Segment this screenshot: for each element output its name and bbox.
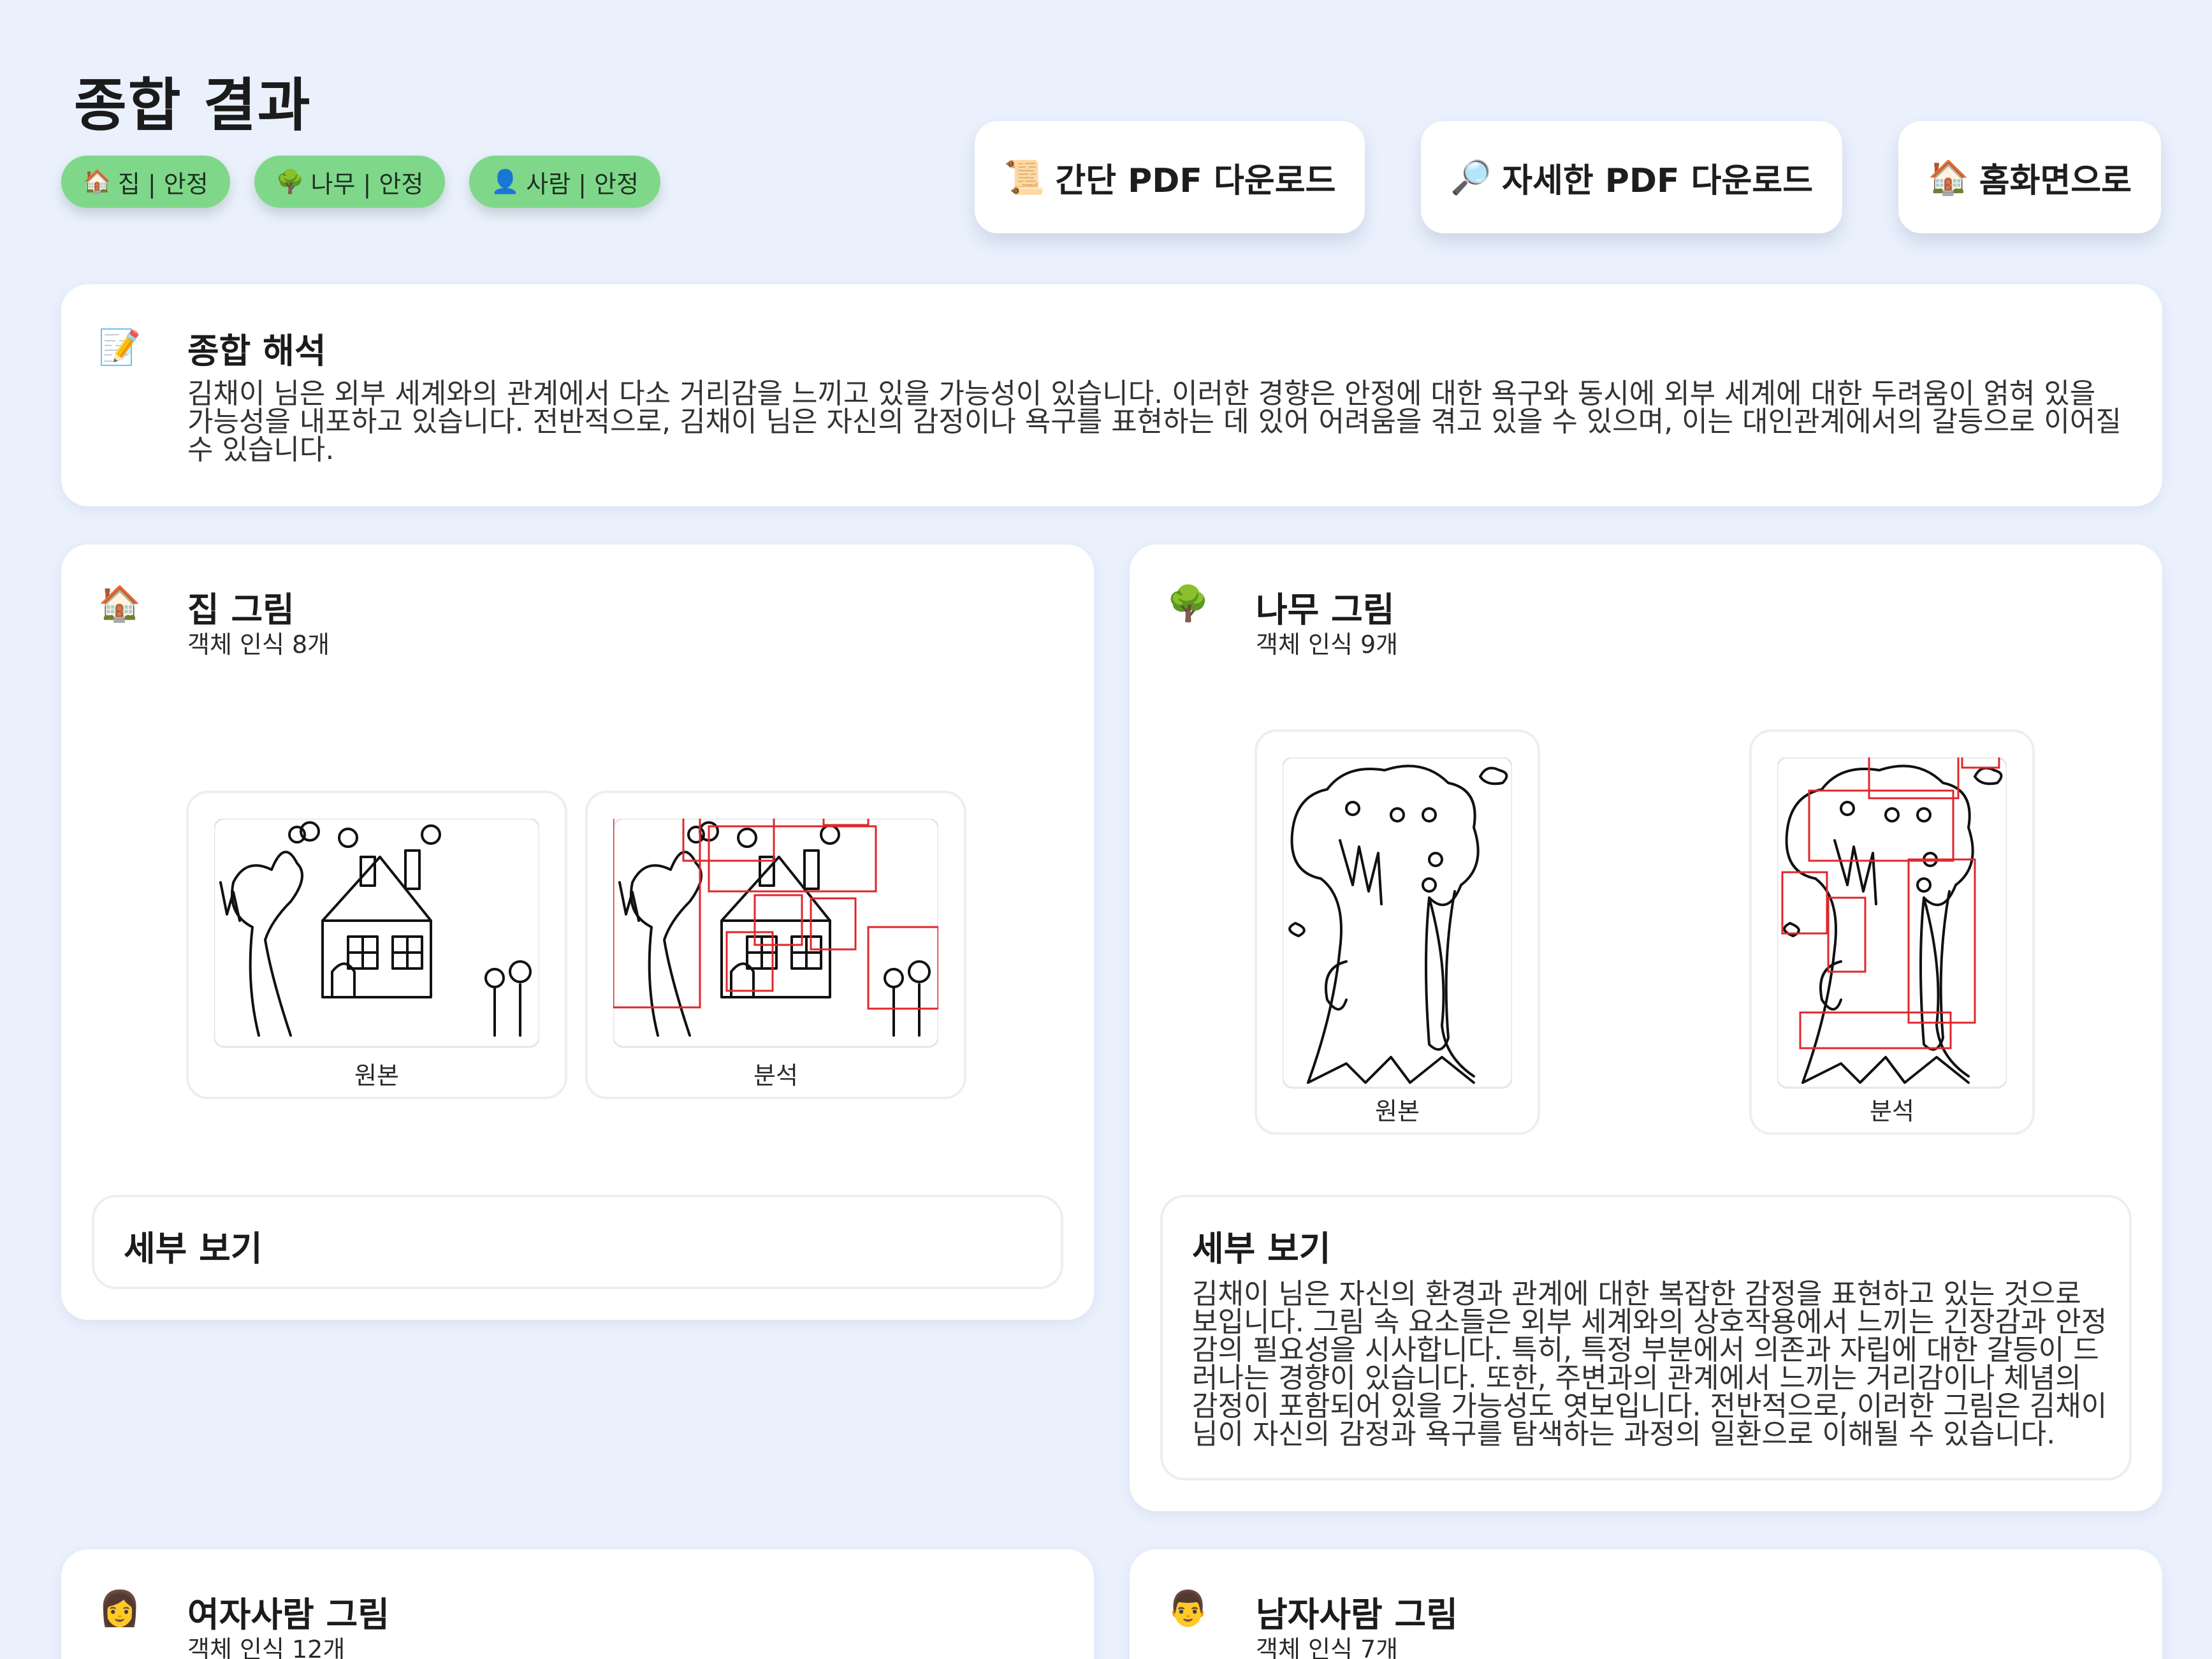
woman-icon: 👩 (98, 1588, 142, 1628)
page-title: 종합 결과 (74, 72, 312, 139)
detection-box (1868, 757, 1960, 800)
tree-status-chip: 🌳 나무 | 안정 (254, 156, 446, 208)
house-analysis-image[interactable]: 분석 (585, 791, 966, 1099)
summary-text: 김채이 님은 외부 세계와의 관계에서 다소 거리감을 느끼고 있을 가능성이 … (187, 377, 2121, 466)
detection-box (1808, 789, 1954, 862)
house-status-chip: 🏠 집 | 안정 (61, 156, 230, 208)
summary-title: 종합 해석 (187, 331, 326, 371)
house-original-image[interactable]: 원본 (186, 791, 567, 1099)
person-status-chip: 👤 사람 | 안정 (469, 156, 660, 208)
tree-drawing (1283, 757, 1512, 1089)
tree-original-image[interactable]: 원본 (1255, 729, 1540, 1135)
tree-detail-title: 세부 보기 (1192, 1229, 1331, 1269)
tree-detail-panel[interactable]: 세부 보기 김채이 님은 자신의 환경과 관계에 대한 복잡한 감정을 표현하고… (1160, 1195, 2132, 1480)
woman-object-count: 객체 인식 12개 (187, 1635, 346, 1659)
tree-icon: 🌳 (1167, 583, 1210, 624)
result-chips: 🏠 집 | 안정 🌳 나무 | 안정 👤 사람 | 안정 (61, 156, 660, 208)
home-button[interactable]: 🏠 홈화면으로 (1898, 121, 2161, 233)
house-icon: 🏠 (83, 169, 112, 195)
house-detail-title: 세부 보기 (124, 1229, 263, 1269)
button-label: 자세한 PDF 다운로드 (1502, 161, 1814, 200)
detailed-pdf-download-button[interactable]: 🔎 자세한 PDF 다운로드 (1421, 121, 1843, 233)
button-label: 간단 PDF 다운로드 (1055, 161, 1336, 200)
magnifier-icon: 🔎 (1450, 158, 1492, 197)
tree-icon: 🌳 (275, 169, 305, 195)
detection-box (708, 825, 877, 893)
house-icon: 🏠 (98, 583, 142, 624)
tree-analysis-caption: 분석 (1870, 1097, 1914, 1125)
simple-pdf-download-button[interactable]: 📜 간단 PDF 다운로드 (974, 121, 1365, 233)
summary-card: 📝 종합 해석 김채이 님은 외부 세계와의 관계에서 다소 거리감을 느끼고 … (61, 284, 2162, 506)
house-drawing-card: 🏠 집 그림 객체 인식 8개 원본 분석 세부 보기 (61, 544, 1094, 1320)
house-detail-panel[interactable]: 세부 보기 (92, 1195, 1063, 1289)
button-label: 홈화면으로 (1979, 161, 2132, 200)
detection-box (682, 819, 775, 862)
man-object-count: 객체 인식 7개 (1256, 1635, 1399, 1659)
house-drawing (214, 819, 539, 1048)
tree-analysis-image[interactable]: 분석 (1749, 729, 2035, 1135)
tree-original-caption: 원본 (1375, 1097, 1420, 1125)
memo-icon: 📝 (98, 327, 142, 367)
man-drawing-card: 👨 남자사람 그림 객체 인식 7개 (1130, 1549, 2162, 1659)
house-analysis-caption: 분석 (753, 1062, 798, 1090)
action-bar: 📜 간단 PDF 다운로드 🔎 자세한 PDF 다운로드 🏠 홈화면으로 (974, 121, 2161, 233)
chip-label: 집 | 안정 (117, 170, 208, 198)
detection-box (725, 931, 774, 992)
man-icon: 👨 (1167, 1588, 1210, 1628)
house-icon: 🏠 (1928, 158, 1969, 197)
tree-detail-text: 김채이 님은 자신의 환경과 관계에 대한 복잡한 감정을 표현하고 있는 것으… (1192, 1278, 2107, 1451)
person-icon: 👤 (491, 169, 520, 195)
chip-label: 나무 | 안정 (310, 170, 424, 198)
tree-drawing-card: 🌳 나무 그림 객체 인식 9개 원본 분석 세부 보기 김채이 님은 자신의 … (1130, 544, 2162, 1511)
detection-box (1961, 757, 2000, 769)
scroll-icon: 📜 (1003, 158, 1045, 197)
house-analysis-drawing (613, 819, 938, 1048)
house-object-count: 객체 인식 8개 (187, 631, 330, 659)
woman-drawing-card: 👩 여자사람 그림 객체 인식 12개 (61, 1549, 1094, 1659)
tree-object-count: 객체 인식 9개 (1256, 631, 1399, 659)
tree-analysis-drawing (1777, 757, 2007, 1089)
house-original-caption: 원본 (354, 1062, 399, 1090)
chip-label: 사람 | 안정 (526, 170, 639, 198)
